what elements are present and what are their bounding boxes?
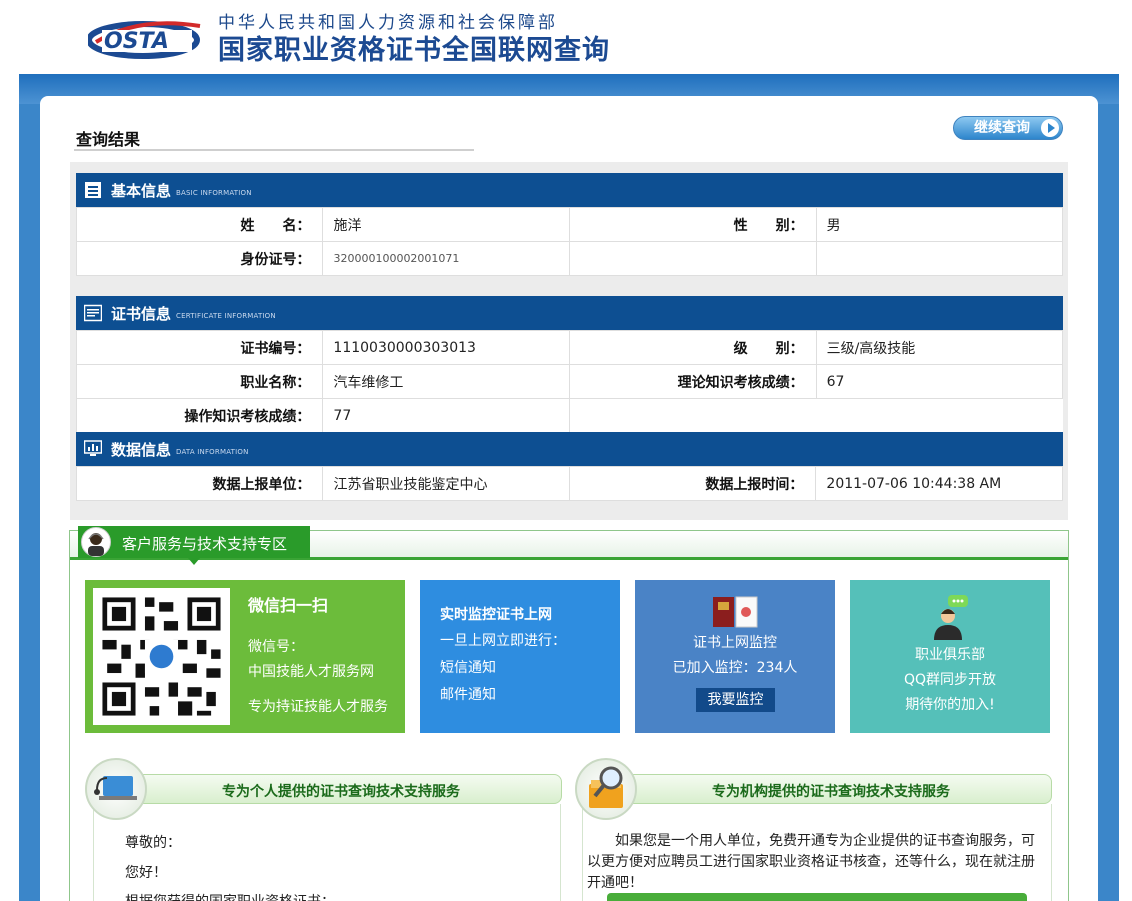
certificate-icon xyxy=(84,304,102,322)
continue-query-button[interactable]: 继续查询 xyxy=(953,116,1063,140)
wechat-id-value: 中国技能人才服务网 xyxy=(248,664,374,680)
laptop-support-icon xyxy=(85,758,147,820)
data-info-header: 数据信息 DATA INFORMATION xyxy=(76,432,1063,466)
id-label: 身份证号： xyxy=(75,241,324,276)
report-unit-value: 江苏省职业技能鉴定中心 xyxy=(322,466,570,501)
club-title: 职业俱乐部 xyxy=(915,647,985,663)
cert-monitor-count: 已加入监控：234人 xyxy=(672,660,798,676)
support-tab-label: 客户服务与技术支持专区 xyxy=(122,535,288,553)
level-label: 级 别： xyxy=(569,330,817,365)
id-value: 320000100002001071 xyxy=(322,241,571,276)
org-service-text: 如果您是一个用人单位，免费开通专为企业提供的证书查询服务，可以更方便对应聘员工进… xyxy=(587,833,1035,891)
certificate-book-icon xyxy=(713,596,758,628)
gender-value: 男 xyxy=(815,207,1064,242)
table-row: 身份证号： 320000100002001071 xyxy=(75,241,1064,276)
document-icon xyxy=(85,182,101,198)
table-row: 姓 名： 施洋 性 别： 男 xyxy=(75,207,1064,242)
theory-score-label: 理论知识考核成绩： xyxy=(569,364,817,399)
osta-logo[interactable]: OSTA xyxy=(88,10,206,62)
wechat-desc: 专为持证技能人才服务 xyxy=(248,699,388,715)
chat-user-icon xyxy=(934,595,968,640)
wechat-tile[interactable]: 微信扫一扫 微信号： 中国技能人才服务网 专为持证技能人才服务 xyxy=(85,580,405,733)
gender-label: 性 别： xyxy=(569,207,817,242)
monitor-chart-icon xyxy=(84,440,102,456)
basic-info-table: 姓 名： 施洋 性 别： 男 身份证号： 320000100002001071 xyxy=(75,207,1064,276)
personal-service-title: 专为个人提供的证书查询技术支持服务 xyxy=(222,784,460,800)
personal-service-panel xyxy=(93,804,561,901)
support-agent-icon xyxy=(81,527,111,557)
occupation-value: 汽车维修工 xyxy=(322,364,571,399)
wechat-title: 微信扫一扫 xyxy=(248,596,329,615)
club-qq: QQ群同步开放 xyxy=(903,672,997,688)
cert-no-value: 1110030000303013 xyxy=(322,330,571,365)
empty-cell xyxy=(569,241,817,276)
club-invite: 期待你的加入! xyxy=(905,697,995,713)
report-time-label: 数据上报时间： xyxy=(568,466,817,501)
certificate-info-subtitle: CERTIFICATE INFORMATION xyxy=(176,312,276,320)
personal-hello: 您好！ xyxy=(125,865,167,881)
play-icon xyxy=(1041,119,1059,137)
table-row: 操作知识考核成绩： 77 xyxy=(75,398,1063,433)
continue-query-label: 继续查询 xyxy=(974,120,1030,136)
org-service-bar: 专为机构提供的证书查询技术支持服务 xyxy=(610,774,1052,804)
name-value: 施洋 xyxy=(322,207,571,242)
table-row: 数据上报单位： 江苏省职业技能鉴定中心 数据上报时间： 2011-07-06 1… xyxy=(75,466,1063,501)
career-club-tile[interactable]: 职业俱乐部 QQ群同步开放 期待你的加入! xyxy=(850,580,1050,733)
basic-info-subtitle: BASIC INFORMATION xyxy=(176,189,252,197)
monitor-sms: 短信通知 xyxy=(440,660,496,676)
monitor-line1: 一旦上网立即进行： xyxy=(440,633,566,649)
logo-text: OSTA xyxy=(104,29,169,54)
basic-info-header: 基本信息 BASIC INFORMATION xyxy=(76,173,1063,207)
report-unit-label: 数据上报单位： xyxy=(75,466,324,501)
personal-service-bar: 专为个人提供的证书查询技术支持服务 xyxy=(120,774,562,804)
result-title: 查询结果 xyxy=(76,130,141,149)
empty-cell xyxy=(815,241,1064,276)
table-row: 职业名称： 汽车维修工 理论知识考核成绩： 67 xyxy=(75,364,1064,399)
report-time-value: 2011-07-06 10:44:38 AM xyxy=(815,466,1063,501)
empty-cell xyxy=(569,398,1063,433)
personal-intro: 根据您获得的国家职业资格证书： xyxy=(125,891,335,901)
basic-info-title: 基本信息 xyxy=(111,182,172,200)
practice-score-label: 操作知识考核成绩： xyxy=(75,398,324,433)
support-tab: 客户服务与技术支持专区 xyxy=(78,526,310,565)
register-button[interactable] xyxy=(607,893,1027,901)
qr-code-icon xyxy=(93,588,230,725)
tab-pointer xyxy=(188,558,200,565)
join-monitor-button[interactable]: 我要监控 xyxy=(696,688,775,712)
name-label: 姓 名： xyxy=(75,207,324,242)
certificate-info-title: 证书信息 xyxy=(111,305,172,323)
cert-monitor-tile: 证书上网监控 已加入监控：234人 我要监控 xyxy=(635,580,835,733)
table-row: 证书编号： 1110030000303013 级 别： 三级/高级技能 xyxy=(75,330,1064,365)
certificate-info-table: 证书编号： 1110030000303013 级 别： 三级/高级技能 职业名称… xyxy=(75,330,1064,433)
level-value: 三级/高级技能 xyxy=(815,330,1064,365)
result-divider xyxy=(74,149,474,151)
data-info-subtitle: DATA INFORMATION xyxy=(176,448,249,456)
cert-no-label: 证书编号： xyxy=(75,330,324,365)
theory-score-value: 67 xyxy=(815,364,1064,399)
site-header: OSTA 中华人民共和国人力资源和社会保障部 国家职业资格证书全国联网查询 xyxy=(0,0,1132,75)
realtime-monitor-tile[interactable]: 实时监控证书上网 一旦上网立即进行： 短信通知 邮件通知 xyxy=(420,580,620,733)
wechat-id-label: 微信号： xyxy=(248,639,304,655)
cert-monitor-title: 证书上网监控 xyxy=(693,635,777,651)
org-service-title: 专为机构提供的证书查询技术支持服务 xyxy=(712,784,950,800)
personal-greeting: 尊敬的： xyxy=(125,835,181,851)
magnifier-folder-icon xyxy=(575,758,637,820)
data-info-title: 数据信息 xyxy=(111,441,172,459)
certificate-info-header: 证书信息 CERTIFICATE INFORMATION xyxy=(76,296,1063,330)
data-info-table: 数据上报单位： 江苏省职业技能鉴定中心 数据上报时间： 2011-07-06 1… xyxy=(75,466,1063,501)
occupation-label: 职业名称： xyxy=(75,364,324,399)
site-title: 国家职业资格证书全国联网查询 xyxy=(218,35,610,66)
monitor-email: 邮件通知 xyxy=(440,687,496,703)
monitor-title: 实时监控证书上网 xyxy=(440,607,552,623)
practice-score-value: 77 xyxy=(322,398,571,433)
